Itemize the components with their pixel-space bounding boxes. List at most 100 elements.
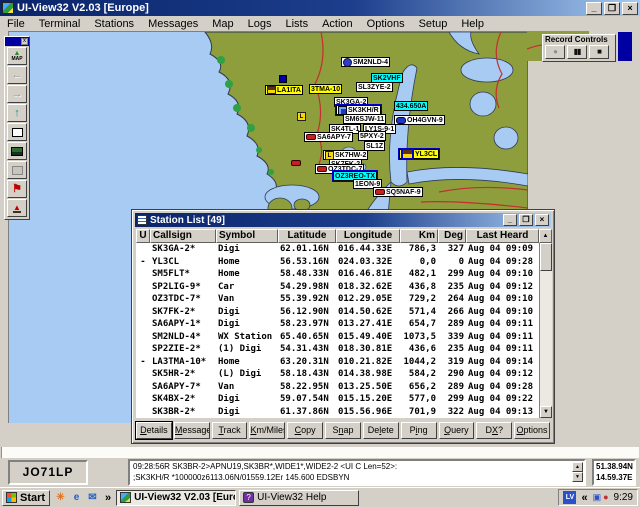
tray-network-icon[interactable]: ▣ <box>593 491 602 504</box>
map-station-OH4GVN-9[interactable]: OH4GVN-9 <box>394 115 445 125</box>
scroll-down-button[interactable]: ▼ <box>540 406 552 418</box>
tray-chevron-icon[interactable]: « <box>579 492 589 504</box>
column-u[interactable]: U <box>136 229 150 243</box>
column-callsign[interactable]: Callsign <box>150 229 216 243</box>
column-symbol[interactable]: Symbol <box>216 229 278 243</box>
ping-button[interactable]: Ping <box>401 422 437 439</box>
menu-terminal[interactable]: Terminal <box>32 17 88 31</box>
column-longitude[interactable]: Longitude <box>336 229 400 243</box>
uiview-tray-icon[interactable]: LV <box>563 491 576 504</box>
station-row[interactable]: SK7FK-2*Digi56.12.90N014.50.62E571,4266A… <box>136 306 552 319</box>
station-row[interactable]: -YL3CLHome56.53.16N024.03.32E0,00Aug 04 … <box>136 256 552 269</box>
scrollbar-thumb[interactable] <box>540 243 552 271</box>
minimize-icon[interactable]: _ <box>586 2 602 15</box>
menu-setup[interactable]: Setup <box>412 17 455 31</box>
L-icon[interactable]: L <box>297 112 306 121</box>
kmmiles-button[interactable]: Km/Miles <box>249 422 285 439</box>
map-station-3TMA-10[interactable]: 3TMA-10 <box>309 84 342 94</box>
map-toolbar-titlebar[interactable]: x <box>5 37 29 46</box>
menu-logs[interactable]: Logs <box>241 17 279 31</box>
map-station-434.650A[interactable]: 434.650A <box>394 101 428 111</box>
delete-button[interactable]: Delete <box>363 422 399 439</box>
close-icon[interactable]: × <box>535 214 549 226</box>
quicklaunch-icon-ie[interactable]: e <box>69 490 84 505</box>
map-station-SL3ZYE-2[interactable]: SL3ZYE-2 <box>356 82 393 92</box>
column-km[interactable]: Km <box>400 229 438 243</box>
menu-stations[interactable]: Stations <box>87 17 141 31</box>
menu-map[interactable]: Map <box>205 17 240 31</box>
map-station-5PXY-2[interactable]: 5PXY-2 <box>358 131 386 141</box>
taskbar-task-1[interactable]: ?UI-View32 Help <box>239 490 359 506</box>
station-row[interactable]: SK5HR-2*(L) Digi58.18.43N014.38.98E584,2… <box>136 368 552 381</box>
up-arrow-button[interactable]: ↑ <box>7 104 27 122</box>
station-row[interactable]: -LA3TMA-10*Home63.20.31N010.21.82E1044,2… <box>136 356 552 369</box>
map-button[interactable]: ▲MAP <box>7 47 27 65</box>
maximize-icon[interactable]: ❐ <box>604 2 620 15</box>
station-row[interactable]: SA6APY-7*Van58.22.95N013.25.50E656,2289A… <box>136 381 552 394</box>
menu-file[interactable]: File <box>0 17 32 31</box>
record-button[interactable]: ● <box>545 45 565 59</box>
copy-button[interactable]: Copy <box>287 422 323 439</box>
map-station-SM6SJW-11[interactable]: SM6SJW-11 <box>343 114 386 124</box>
print-button[interactable] <box>7 142 27 160</box>
map-station-SA6APY-7[interactable]: SA6APY-7 <box>304 132 353 142</box>
pause-button[interactable]: ▮▮ <box>567 45 587 59</box>
taskbar-clock[interactable]: 9:29 <box>612 492 633 503</box>
column-latitude[interactable]: Latitude <box>278 229 336 243</box>
menu-action[interactable]: Action <box>315 17 360 31</box>
options-button[interactable]: Options <box>514 422 550 439</box>
column-deg[interactable]: Deg <box>438 229 466 243</box>
message-button[interactable]: Message <box>174 422 210 439</box>
station-row[interactable]: SM5FLT*Home58.48.33N016.46.81E482,1299Au… <box>136 268 552 281</box>
column-last-heard[interactable]: Last Heard <box>466 229 539 243</box>
station-row[interactable]: SA6APY-1*Digi58.23.97N013.27.41E654,7289… <box>136 318 552 331</box>
station-list-titlebar[interactable]: Station List [49] _ ❐ × <box>135 213 551 227</box>
car-red-icon[interactable] <box>291 160 301 166</box>
station-row[interactable]: SK4BX-2*Digi59.07.54N015.15.20E577,0299A… <box>136 393 552 406</box>
monitor-box[interactable]: 09:28:56R SK3BR-2>APNU19,SK3BR*,WIDE1*,W… <box>128 459 586 486</box>
map-station-YL3CL[interactable]: YL3CL <box>399 149 439 159</box>
start-button[interactable]: Start <box>2 490 50 506</box>
station-row[interactable]: OZ3TDC-7*Van55.39.92N012.29.05E729,2264A… <box>136 293 552 306</box>
track-button[interactable]: Track <box>212 422 248 439</box>
map-station-LA1ITA[interactable]: LA1ITA <box>265 85 303 95</box>
scroll-up-button[interactable]: ▲ <box>539 229 552 243</box>
map-station-SQ5NAF-9[interactable]: SQ5NAF-9 <box>373 187 423 197</box>
menu-options[interactable]: Options <box>360 17 412 31</box>
map-station-SM2NLD-4[interactable]: SM2NLD-4 <box>341 57 390 67</box>
menu-lists[interactable]: Lists <box>278 17 315 31</box>
quicklaunch-icon-mail[interactable]: ✉ <box>85 490 100 505</box>
cell-last-heard: Aug 04 09:28 <box>466 382 539 392</box>
station-row[interactable]: SK3BR-2*Digi61.37.86N015.56.96E701,9322A… <box>136 406 552 419</box>
menu-help[interactable]: Help <box>454 17 491 31</box>
stop-button[interactable]: ■ <box>589 45 609 59</box>
station-row[interactable]: SK3GA-2*Digi62.01.16N016.44.33E786,3327A… <box>136 243 552 256</box>
antenna-button[interactable]: ▲ <box>7 199 27 217</box>
overlay-button[interactable] <box>7 161 27 179</box>
menu-messages[interactable]: Messages <box>141 17 205 31</box>
spinner-down-icon[interactable]: ▼ <box>572 472 583 482</box>
minimize-icon[interactable]: _ <box>503 214 517 226</box>
station-row[interactable]: SP2ZIE-2*(1) Digi54.31.43N018.30.81E436,… <box>136 343 552 356</box>
close-icon[interactable]: × <box>622 2 638 15</box>
save-flag-button[interactable]: ⚑ <box>7 180 27 198</box>
cell-longitude: 010.21.82E <box>336 357 400 367</box>
spinner-up-icon[interactable]: ▲ <box>572 462 583 472</box>
sq-blue-icon[interactable] <box>279 75 287 83</box>
maximize-icon[interactable]: ❐ <box>519 214 533 226</box>
back-arrow-button[interactable]: ← <box>7 66 27 84</box>
tray-alert-icon[interactable]: ● <box>603 491 608 504</box>
quicklaunch-icon-1[interactable]: ✳ <box>53 490 68 505</box>
query-button[interactable]: Query <box>439 422 475 439</box>
station-row[interactable]: SP2LIG-9*Car54.29.98N018.32.62E436,8235A… <box>136 281 552 294</box>
forward-arrow-button[interactable]: → <box>7 85 27 103</box>
snap-button[interactable]: Snap <box>325 422 361 439</box>
station-row[interactable]: SM2NLD-4*WX Station65.40.65N015.49.40E10… <box>136 331 552 344</box>
dx-button[interactable]: DX? <box>476 422 512 439</box>
details-button[interactable]: Details <box>136 422 172 439</box>
new-map-button[interactable] <box>7 123 27 141</box>
overflow-chevron-icon[interactable]: » <box>103 492 113 504</box>
scrollbar[interactable]: ▼ <box>539 243 552 418</box>
close-icon[interactable]: x <box>21 38 28 45</box>
taskbar-task-0[interactable]: UI-View32 V2.03 [Europe] <box>116 490 236 506</box>
